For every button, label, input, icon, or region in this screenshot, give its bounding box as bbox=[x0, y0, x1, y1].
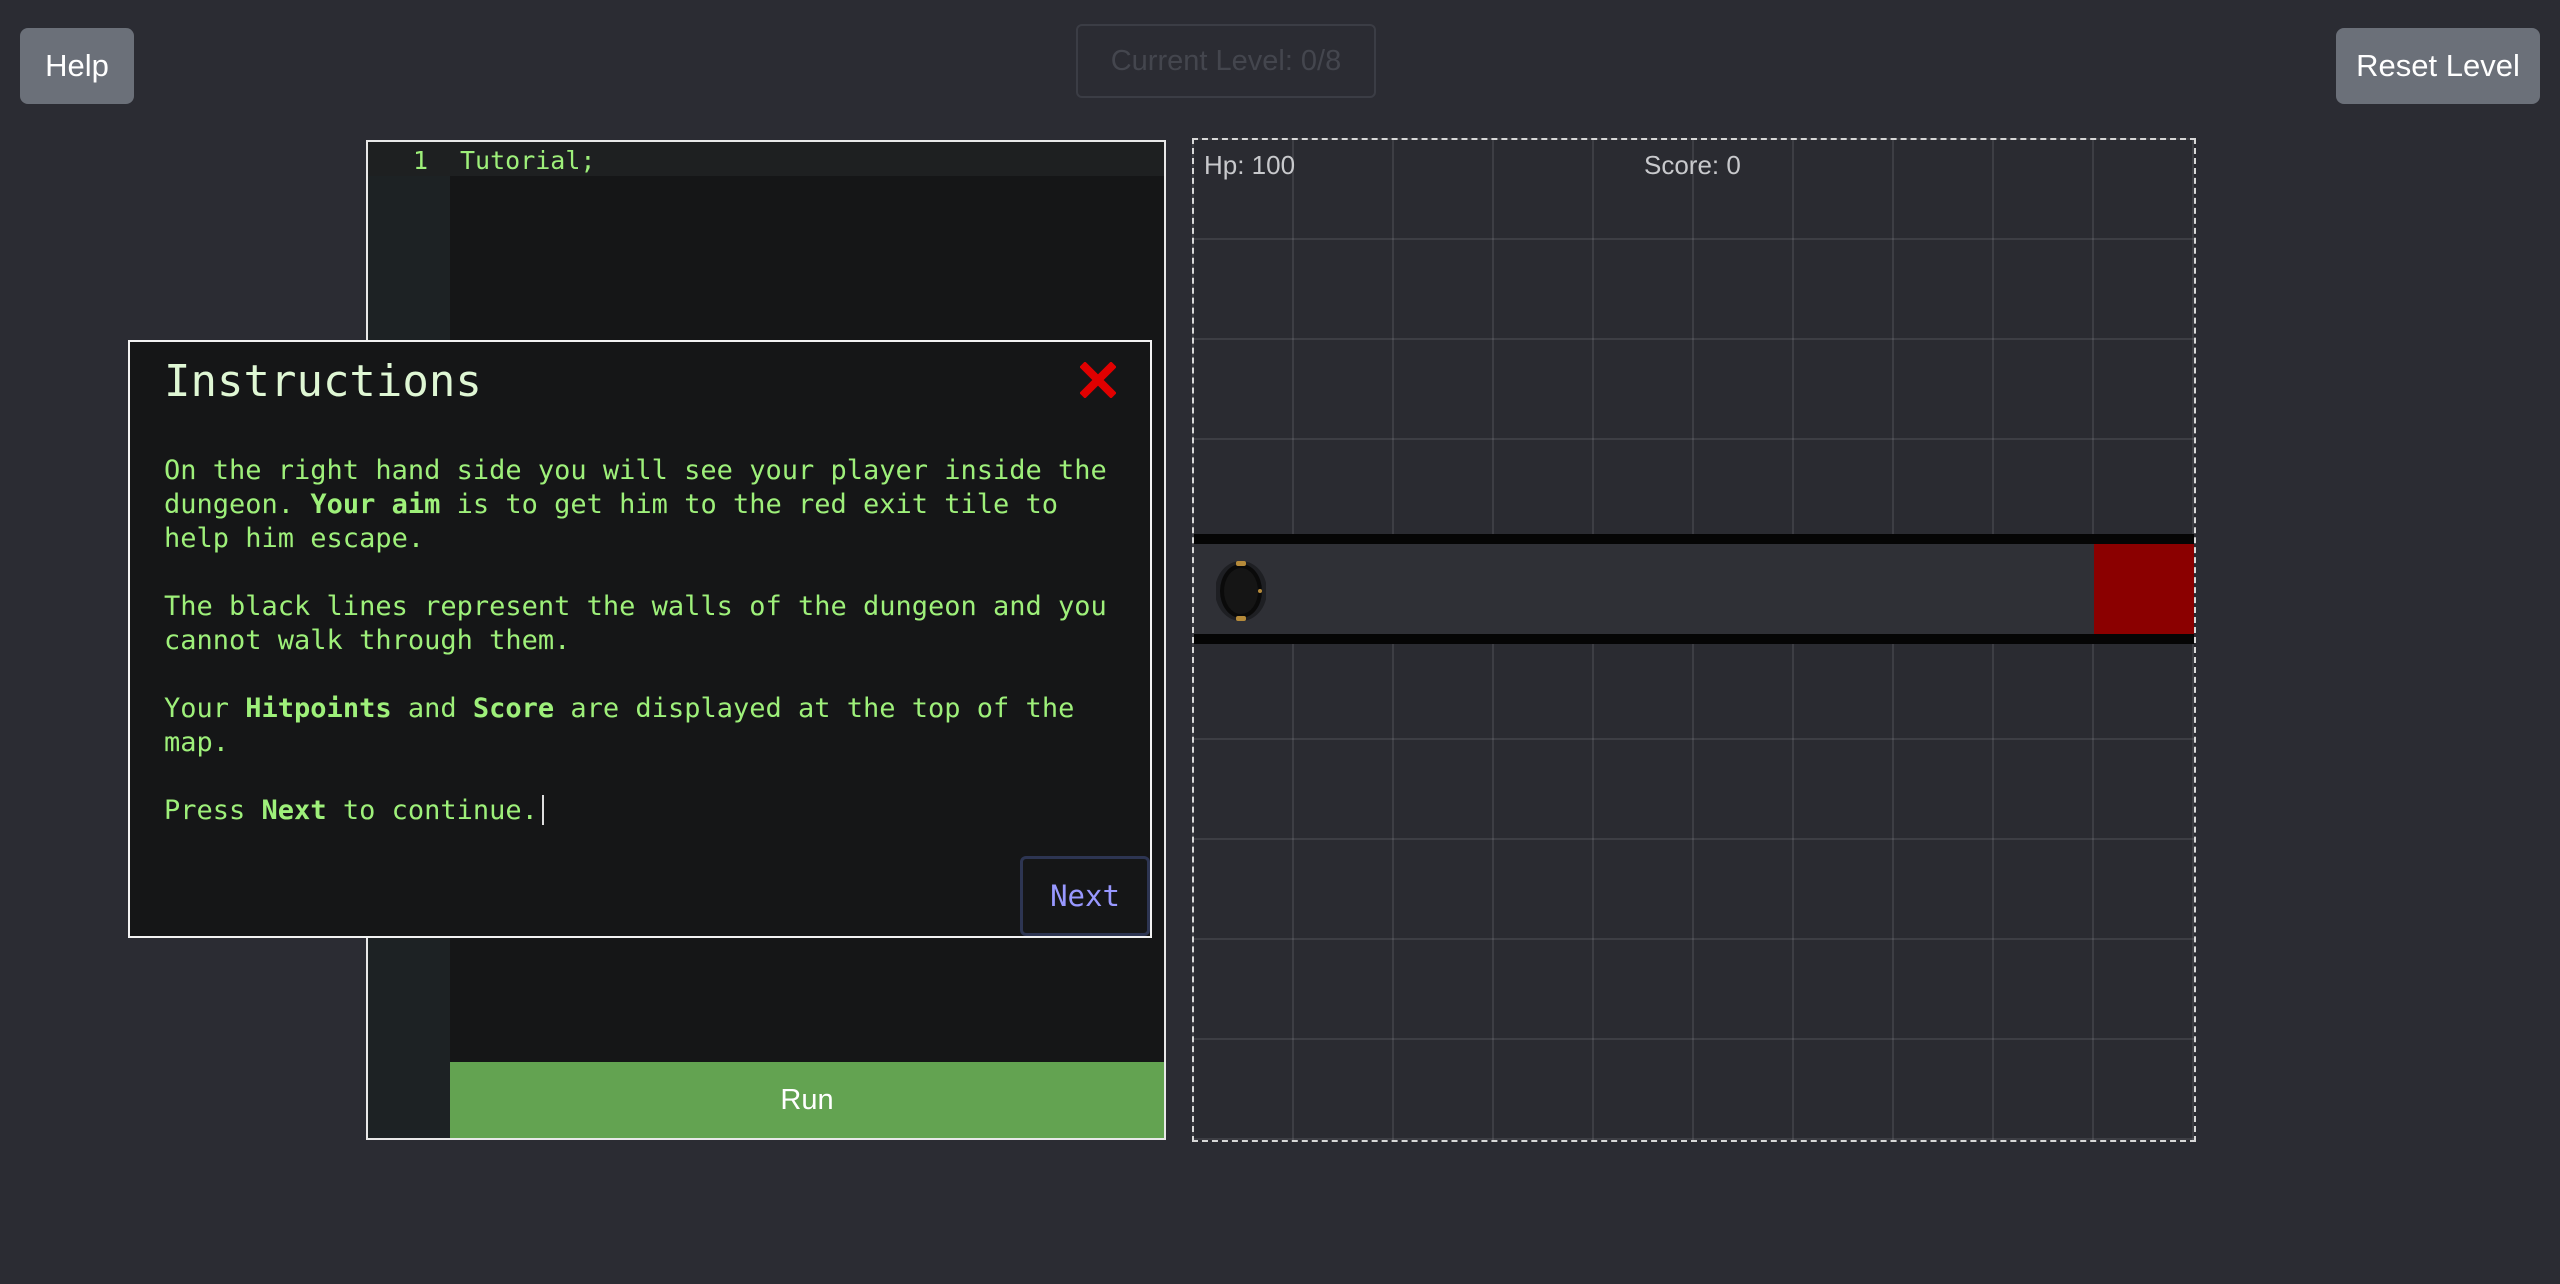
instruction-emphasis: Score bbox=[472, 693, 555, 724]
help-button[interactable]: Help bbox=[20, 28, 134, 104]
app-window: Help Current Level: 0/8 Reset Level 1 Tu… bbox=[0, 0, 2560, 1284]
next-button[interactable]: Next bbox=[1020, 856, 1150, 936]
wall-bottom bbox=[1194, 634, 2194, 644]
dialog-body: On the right hand side you will see your… bbox=[164, 454, 1124, 862]
reset-level-button[interactable]: Reset Level bbox=[2336, 28, 2540, 104]
instruction-text: Your bbox=[164, 693, 246, 724]
score-display: Score: 0 bbox=[1644, 150, 1741, 180]
close-icon[interactable] bbox=[1079, 361, 1117, 399]
instruction-paragraph: On the right hand side you will see your… bbox=[164, 454, 1124, 556]
instruction-text: Press bbox=[164, 795, 262, 826]
line-number: 1 bbox=[412, 146, 428, 175]
current-level-indicator: Current Level: 0/8 bbox=[1076, 24, 1376, 98]
code-line[interactable]: Tutorial; bbox=[460, 146, 595, 175]
dialog-title: Instructions bbox=[164, 356, 482, 407]
instructions-dialog: Instructions On the right hand side you … bbox=[128, 340, 1152, 938]
instruction-emphasis: Next bbox=[261, 795, 327, 826]
corridor-floor bbox=[1194, 540, 2194, 640]
instruction-text: The black lines represent the walls of t… bbox=[164, 591, 1107, 656]
instruction-emphasis: Your aim bbox=[310, 489, 441, 520]
instruction-emphasis: Hitpoints bbox=[245, 693, 392, 724]
instruction-paragraph: The black lines represent the walls of t… bbox=[164, 590, 1124, 658]
wall-top bbox=[1194, 534, 2194, 544]
player-sprite bbox=[1215, 558, 1267, 624]
instruction-paragraph: Your Hitpoints and Score are displayed a… bbox=[164, 692, 1124, 760]
instruction-paragraph: Press Next to continue. bbox=[164, 794, 1124, 828]
exit-tile bbox=[2094, 544, 2194, 634]
dungeon-map: Hp: 100 Score: 0 bbox=[1192, 138, 2196, 1142]
instruction-text: to continue. bbox=[326, 795, 538, 826]
run-button[interactable]: Run bbox=[450, 1062, 1164, 1138]
text-caret bbox=[541, 795, 544, 825]
hitpoints-display: Hp: 100 bbox=[1204, 150, 1296, 180]
instruction-text: and bbox=[391, 693, 473, 724]
